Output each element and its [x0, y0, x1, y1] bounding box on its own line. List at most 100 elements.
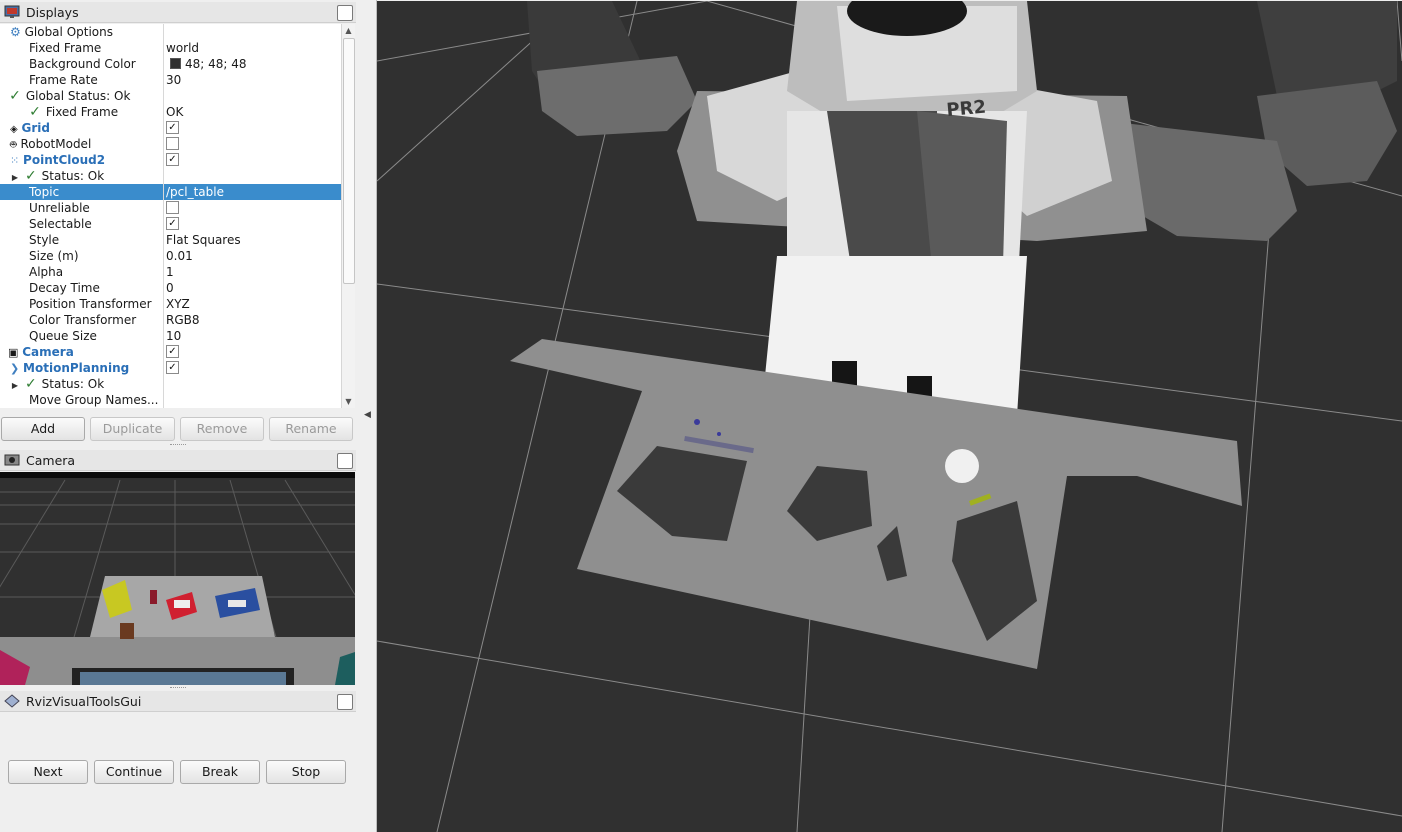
tree-row-selectable[interactable]: Selectable ✓ [0, 216, 341, 232]
position-transformer-value[interactable]: XYZ [166, 296, 338, 312]
camera-panel-title: Camera [26, 452, 76, 468]
stop-button[interactable]: Stop [266, 760, 346, 784]
displays-scrollbar[interactable]: ▲ ▼ [341, 24, 355, 408]
robot-model-checkbox[interactable] [166, 137, 179, 150]
fixed-frame-value[interactable]: world [166, 40, 338, 56]
motion-planning-checkbox[interactable]: ✓ [166, 361, 179, 374]
remove-button[interactable]: Remove [180, 417, 264, 441]
tree-row-alpha[interactable]: Alpha 1 [0, 264, 341, 280]
row-label: Style [29, 233, 60, 247]
alpha-value[interactable]: 1 [166, 264, 338, 280]
row-label: Fixed Frame [45, 105, 119, 119]
duplicate-button[interactable]: Duplicate [90, 417, 175, 441]
row-label: Status: Ok [41, 377, 105, 391]
tree-row-camera[interactable]: ▣ Camera ✓ [0, 344, 341, 360]
background-color-value[interactable]: 48; 48; 48 [185, 57, 247, 71]
tree-row-motion-planning[interactable]: ❯ MotionPlanning ✓ [0, 360, 341, 376]
tree-row-frame-rate[interactable]: Frame Rate 30 [0, 72, 341, 88]
tree-row-topic[interactable]: Topic /pcl_table [0, 184, 341, 200]
row-label: Queue Size [29, 329, 97, 343]
tree-row-global-options[interactable]: ⚙ Global Options [0, 24, 341, 40]
robot-icon: 🤖︎ [10, 138, 17, 151]
tree-row-grid[interactable]: ◈ Grid ✓ [0, 120, 341, 136]
row-label: RobotModel [20, 137, 92, 151]
size-value[interactable]: 0.01 [166, 248, 338, 264]
scroll-down-icon[interactable]: ▼ [342, 395, 355, 408]
displays-panel-header: Displays [0, 2, 356, 23]
break-button[interactable]: Break [180, 760, 260, 784]
left-dock: Displays ⚙ Global Options Fixed Frame wo… [0, 0, 376, 832]
3d-render-viewport[interactable]: PR2 [377, 1, 1402, 832]
rename-button[interactable]: Rename [269, 417, 353, 441]
checkmark-icon: ✓ [29, 104, 41, 120]
tree-row-motion-status[interactable]: ▶ ✓ Status: Ok [0, 376, 341, 392]
row-label: Alpha [29, 265, 64, 279]
queue-size-value[interactable]: 10 [166, 328, 338, 344]
splitter-grip[interactable] [170, 444, 186, 448]
row-label: Decay Time [29, 281, 100, 295]
tree-row-queue-size[interactable]: Queue Size 10 [0, 328, 341, 344]
gear-icon: ⚙ [10, 25, 21, 39]
topic-value[interactable]: /pcl_table [166, 184, 338, 200]
scroll-up-icon[interactable]: ▲ [342, 24, 355, 37]
color-swatch[interactable] [170, 58, 181, 69]
color-transformer-value[interactable]: RGB8 [166, 312, 338, 328]
tree-row-unreliable[interactable]: Unreliable [0, 200, 341, 216]
pointcloud2-checkbox[interactable]: ✓ [166, 153, 179, 166]
add-button[interactable]: Add [1, 417, 85, 441]
collapse-dock-icon[interactable]: ◀ [364, 410, 371, 420]
rviz-tools-panel-header: RvizVisualToolsGui [0, 691, 356, 712]
row-label: Grid [21, 121, 51, 135]
selectable-checkbox[interactable]: ✓ [166, 217, 179, 230]
expand-arrow-icon[interactable]: ▶ [10, 170, 20, 184]
frame-rate-value[interactable]: 30 [166, 72, 338, 88]
row-label: Position Transformer [29, 297, 152, 311]
displays-panel-title: Displays [26, 4, 79, 20]
tree-row-move-group-names[interactable]: Move Group Names... [0, 392, 341, 408]
next-button[interactable]: Next [8, 760, 88, 784]
camera-panel-float-button[interactable] [337, 453, 353, 469]
row-label: Unreliable [29, 201, 90, 215]
diamond-icon [4, 694, 20, 708]
row-label: Status: Ok [41, 169, 105, 183]
style-value[interactable]: Flat Squares [166, 232, 338, 248]
tree-row-background-color[interactable]: Background Color 48; 48; 48 [0, 56, 341, 72]
tree-row-size[interactable]: Size (m) 0.01 [0, 248, 341, 264]
rviz-tools-panel-title: RvizVisualToolsGui [26, 693, 142, 709]
checkmark-icon: ✓ [24, 168, 37, 184]
monitor-icon [4, 5, 20, 19]
tree-row-robot-model[interactable]: 🤖︎ RobotModel [0, 136, 341, 152]
tree-row-style[interactable]: Style Flat Squares [0, 232, 341, 248]
tree-row-position-transformer[interactable]: Position Transformer XYZ [0, 296, 341, 312]
camera-panel-header: Camera [0, 450, 356, 471]
row-label: Camera [22, 345, 74, 359]
row-label: Size (m) [29, 249, 79, 263]
tree-row-decay-time[interactable]: Decay Time 0 [0, 280, 341, 296]
row-label: Fixed Frame [29, 41, 102, 55]
camera-icon [4, 453, 20, 467]
displays-panel-float-button[interactable] [337, 5, 353, 21]
pr2-logo-text: PR2 [946, 97, 987, 121]
row-label: PointCloud2 [23, 153, 106, 167]
camera-image-view[interactable] [0, 472, 355, 685]
tree-row-color-transformer[interactable]: Color Transformer RGB8 [0, 312, 341, 328]
tree-row-pointcloud-status[interactable]: ▶ ✓ Status: Ok [0, 168, 341, 184]
tree-row-pointcloud2[interactable]: ⁙ PointCloud2 ✓ [0, 152, 341, 168]
camera-checkbox[interactable]: ✓ [166, 345, 179, 358]
row-label: Color Transformer [29, 313, 137, 327]
expand-arrow-icon[interactable]: ▶ [10, 378, 20, 392]
unreliable-checkbox[interactable] [166, 201, 179, 214]
decay-time-value[interactable]: 0 [166, 280, 338, 296]
motion-planning-icon: ❯ [10, 362, 20, 375]
tree-row-fixed-frame[interactable]: Fixed Frame world [0, 40, 341, 56]
row-label: Selectable [29, 217, 92, 231]
scrollbar-thumb[interactable] [343, 38, 355, 284]
displays-tree[interactable]: ⚙ Global Options Fixed Frame world Backg… [0, 24, 341, 408]
row-label: Global Options [24, 25, 113, 39]
tree-row-global-status[interactable]: ✓ Global Status: Ok [0, 88, 341, 104]
rviz-tools-panel-float-button[interactable] [337, 694, 353, 710]
fixed-frame-status-value: OK [166, 105, 184, 119]
continue-button[interactable]: Continue [94, 760, 174, 784]
tree-row-fixed-frame-status[interactable]: ✓ Fixed Frame OK [0, 104, 341, 120]
grid-checkbox[interactable]: ✓ [166, 121, 179, 134]
